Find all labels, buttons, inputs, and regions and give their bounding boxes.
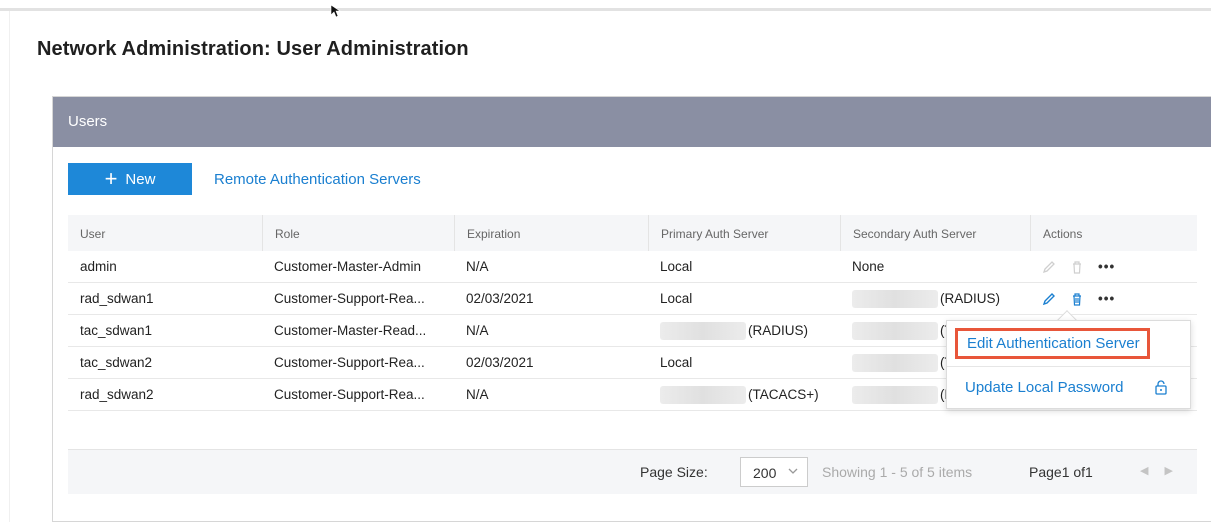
cell-primary-auth: Local	[660, 354, 693, 370]
cell-primary-auth: (RADIUS)	[648, 315, 840, 347]
cell-actions: •••	[1030, 283, 1197, 315]
cell-user: admin	[80, 258, 117, 274]
new-user-button[interactable]: + New	[68, 163, 192, 195]
column-header-expiration[interactable]: Expiration	[454, 215, 648, 251]
cell-role: Customer-Support-Rea...	[274, 290, 425, 306]
menu-divider	[947, 366, 1190, 367]
page-size-select[interactable]: 200	[740, 457, 808, 487]
page-title: Network Administration: User Administrat…	[37, 38, 469, 60]
cell-actions: •••	[1030, 251, 1197, 283]
cell-primary-auth: (TACACS+)	[648, 379, 840, 411]
cell-role: Customer-Master-Read...	[274, 322, 427, 338]
cell-secondary-auth: None	[852, 258, 885, 274]
next-page-icon[interactable]: ▶	[1164, 464, 1172, 477]
prev-page-icon[interactable]: ◀	[1140, 464, 1148, 477]
table-header: User Role Expiration Primary Auth Server…	[68, 215, 1197, 251]
table-footer: Page Size: 200 Showing 1 - 5 of 5 items …	[68, 449, 1197, 494]
edit-pencil-icon[interactable]	[1042, 260, 1056, 274]
chevron-down-icon	[788, 468, 798, 474]
column-header-role[interactable]: Role	[262, 215, 454, 251]
cell-expiration: N/A	[466, 322, 489, 338]
cell-user: rad_sdwan1	[80, 290, 154, 306]
cell-expiration: N/A	[466, 258, 489, 274]
column-header-user[interactable]: User	[68, 215, 262, 251]
left-edge	[0, 11, 10, 522]
delete-trash-icon[interactable]	[1070, 260, 1084, 274]
panel-header: Users	[53, 97, 1211, 147]
plus-icon: +	[104, 166, 118, 191]
column-header-actions: Actions	[1030, 215, 1197, 251]
top-border	[0, 8, 1211, 11]
cell-primary-auth: Local	[660, 290, 693, 306]
table-row[interactable]: admin Customer-Master-Admin N/A Local No…	[68, 251, 1197, 283]
redacted-server-name	[852, 385, 938, 404]
page-info: Page1 of1	[1029, 464, 1093, 480]
page-size-value: 200	[753, 465, 777, 481]
redacted-server-name	[852, 289, 938, 308]
column-header-primary-auth[interactable]: Primary Auth Server	[648, 215, 840, 251]
delete-trash-icon[interactable]	[1070, 292, 1084, 306]
remote-auth-servers-link[interactable]: Remote Authentication Servers	[214, 171, 421, 188]
new-button-label: New	[125, 170, 156, 188]
showing-items-text: Showing 1 - 5 of 5 items	[822, 464, 973, 480]
cell-user: tac_sdwan2	[80, 354, 153, 370]
edit-authentication-server-item[interactable]: Edit Authentication Server	[955, 328, 1150, 359]
redacted-server-name	[852, 353, 938, 372]
cell-role: Customer-Master-Admin	[274, 258, 422, 274]
users-panel: Users + New Remote Authentication Server…	[52, 96, 1211, 522]
cell-role: Customer-Support-Rea...	[274, 354, 425, 370]
page-size-label: Page Size:	[640, 464, 708, 480]
update-local-password-item[interactable]: Update Local Password	[965, 379, 1123, 396]
cell-primary-auth: Local	[660, 258, 693, 274]
primary-auth-type: (RADIUS)	[748, 322, 808, 338]
column-header-secondary-auth[interactable]: Secondary Auth Server	[840, 215, 1030, 251]
pager: ◀ ▶	[1140, 464, 1173, 477]
cell-user: tac_sdwan1	[80, 322, 153, 338]
cell-expiration: N/A	[466, 386, 489, 402]
cell-expiration: 02/03/2021	[466, 354, 534, 370]
panel-title: Users	[68, 113, 108, 130]
cell-role: Customer-Support-Rea...	[274, 386, 425, 402]
redacted-server-name	[852, 321, 938, 340]
edit-pencil-icon[interactable]	[1042, 292, 1056, 306]
primary-auth-type: (TACACS+)	[748, 386, 819, 402]
redacted-server-name	[660, 385, 746, 404]
cell-user: rad_sdwan2	[80, 386, 154, 402]
redacted-server-name	[660, 321, 746, 340]
more-options-icon[interactable]: •••	[1098, 251, 1115, 283]
cell-expiration: 02/03/2021	[466, 290, 534, 306]
table-row[interactable]: rad_sdwan1 Customer-Support-Rea... 02/03…	[68, 283, 1197, 315]
more-options-icon[interactable]: •••	[1098, 283, 1115, 315]
cell-secondary-auth: (RADIUS)	[840, 283, 1030, 315]
unlock-icon	[1155, 380, 1167, 395]
actions-popup-menu: Edit Authentication Server Update Local …	[946, 320, 1191, 409]
secondary-auth-type: (RADIUS)	[940, 290, 1000, 306]
mouse-cursor-icon	[330, 4, 341, 18]
